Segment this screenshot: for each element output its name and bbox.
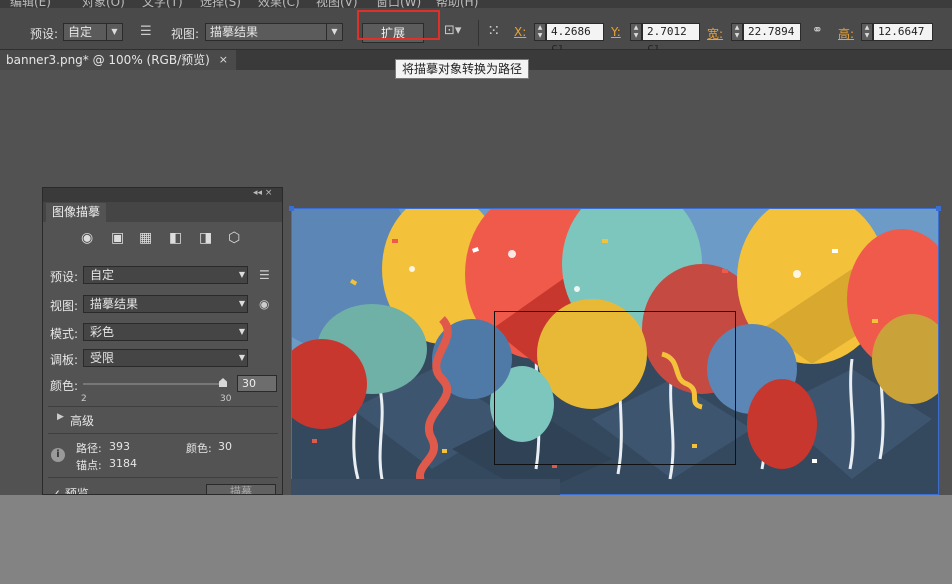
colors-input[interactable]: 30 <box>237 375 277 392</box>
chevron-down-icon: ▼ <box>106 24 122 40</box>
anchors-label: 锚点: <box>76 459 102 472</box>
slider-min-label: 2 <box>81 394 87 404</box>
chevron-down-icon: ▼ <box>238 327 245 336</box>
panel-view-value: 描摹结果 <box>90 297 139 311</box>
image-trace-panel: ◂◂ × 图像描摹 ◉ ▣ ▦ ◧ ◨ ⬡ 预设: 自定 ▼ ☰ 视图: 描摹结… <box>42 187 283 495</box>
selection-handle[interactable] <box>289 206 294 211</box>
artboard-frame <box>494 311 736 465</box>
view-label: 视图: <box>171 27 200 41</box>
colors-slider-track[interactable] <box>83 383 225 385</box>
panel-header[interactable]: ◂◂ × <box>43 188 282 202</box>
artwork-extension <box>291 479 560 495</box>
preset-label: 预设: <box>30 27 59 41</box>
colors-stat-label: 颜色: <box>186 442 212 455</box>
tab-image-trace[interactable]: 图像描摹 <box>46 203 107 222</box>
chevron-right-icon[interactable]: ▶ <box>57 412 64 422</box>
preview-label: 预览 <box>64 487 89 495</box>
preset-select-value: 自定 <box>68 25 93 39</box>
h-field[interactable]: 12.6647 <box>873 23 933 41</box>
black-and-white-icon[interactable]: ◨ <box>199 230 212 246</box>
menu-bar: 编辑(E) 对象(O) 文字(T) 选择(S) 效果(C) 视图(V) 窗口(W… <box>0 0 952 8</box>
panel-preset-label: 预设: <box>50 270 79 284</box>
menu-window[interactable]: 窗口(W) <box>376 0 421 8</box>
y-label: Y: <box>611 25 621 39</box>
w-stepper[interactable]: ▲ ▼ <box>731 23 743 41</box>
w-label: 宽: <box>707 27 724 41</box>
panel-mode-label: 模式: <box>50 327 79 341</box>
slider-max-label: 30 <box>220 394 232 404</box>
chevron-down-icon: ▼ <box>238 270 245 279</box>
close-icon[interactable]: × <box>219 50 228 70</box>
menu-effect[interactable]: 效果(C) <box>258 0 300 8</box>
menu-select[interactable]: 选择(S) <box>200 0 241 8</box>
control-bar: 预设: 自定 ▼ ☰ 视图: 描摹结果 ▼ 扩展 ⊡▾ ⁙ X: ▲ ▼ 4.26… <box>0 8 952 54</box>
eye-icon[interactable]: ◉ <box>259 297 269 311</box>
divider <box>48 477 278 478</box>
panel-view-label: 视图: <box>50 299 79 313</box>
collapse-and-close-icon[interactable]: ◂◂ × <box>253 188 272 198</box>
colors-slider-thumb[interactable] <box>219 378 227 387</box>
link-icon[interactable]: ⚭ <box>812 23 823 38</box>
y-stepper[interactable]: ▲ ▼ <box>630 23 642 41</box>
reference-point-icon[interactable]: ⁙ <box>487 21 500 40</box>
panel-preset-value: 自定 <box>90 268 115 282</box>
trace-button[interactable]: 描摹 <box>206 484 276 494</box>
panel-colors-label: 颜色: <box>50 379 79 393</box>
preview-checkbox[interactable]: ✓ 预览 <box>51 485 89 495</box>
checkmark-icon: ✓ <box>51 487 62 495</box>
w-field[interactable]: 22.7894 <box>743 23 801 41</box>
divider <box>48 406 278 407</box>
chevron-down-icon: ▼ <box>238 353 245 362</box>
menu-type[interactable]: 文字(T) <box>142 0 183 8</box>
preset-menu-icon[interactable]: ☰ <box>259 268 270 282</box>
panel-preset-select[interactable]: 自定 ▼ <box>83 266 248 284</box>
high-fidelity-photo-icon[interactable]: ▣ <box>111 230 124 246</box>
expand-tooltip: 将描摹对象转换为路径 <box>395 59 530 79</box>
paths-label: 路径: <box>76 442 102 455</box>
chevron-down-icon: ▼ <box>238 299 245 308</box>
panel-palette-value: 受限 <box>90 351 115 365</box>
selection-handle[interactable] <box>936 206 941 211</box>
view-select[interactable]: 描摹结果 ▼ <box>205 23 343 41</box>
document-tab[interactable]: banner3.png* @ 100% (RGB/预览) × <box>0 50 236 70</box>
view-select-value: 描摹结果 <box>210 25 259 39</box>
x-field[interactable]: 4.2686 cı <box>546 23 604 54</box>
low-fidelity-photo-icon[interactable]: ▦ <box>139 230 152 246</box>
info-icon: i <box>51 448 65 462</box>
panel-palette-label: 调板: <box>50 353 79 367</box>
y-field[interactable]: 2.7012 cı <box>642 23 700 54</box>
lower-area <box>0 495 952 584</box>
menu-edit[interactable]: 编辑(E) <box>10 0 51 8</box>
separator <box>478 20 479 46</box>
document-tab-title: banner3.png* @ 100% (RGB/预览) <box>6 53 210 67</box>
anchors-value: 3184 <box>109 457 137 470</box>
paths-value: 393 <box>109 440 130 453</box>
preset-icon-row: ◉ ▣ ▦ ◧ ◨ ⬡ <box>43 228 282 250</box>
highlight-box <box>357 10 440 40</box>
outline-icon[interactable]: ⬡ <box>228 230 240 246</box>
preset-select[interactable]: 自定 ▼ <box>63 23 123 41</box>
menu-object[interactable]: 对象(O) <box>82 0 125 8</box>
panel-mode-select[interactable]: 彩色 ▼ <box>83 323 248 341</box>
advanced-toggle[interactable]: 高级 <box>70 412 94 429</box>
h-stepper[interactable]: ▲ ▼ <box>861 23 873 41</box>
auto-color-icon[interactable]: ◉ <box>81 230 93 246</box>
grayscale-icon[interactable]: ◧ <box>169 230 182 246</box>
panel-mode-value: 彩色 <box>90 325 115 339</box>
x-label: X: <box>514 25 527 39</box>
transparency-grid-icon[interactable]: ⊡▾ <box>444 23 461 38</box>
menu-view[interactable]: 视图(V) <box>316 0 358 8</box>
trace-panel-icon[interactable]: ☰ <box>140 24 152 39</box>
x-stepper[interactable]: ▲ ▼ <box>534 23 546 41</box>
panel-view-select[interactable]: 描摹结果 ▼ <box>83 295 248 313</box>
panel-tab-row: 图像描摹 <box>43 202 282 222</box>
colors-stat-value: 30 <box>218 440 232 453</box>
panel-palette-select[interactable]: 受限 ▼ <box>83 349 248 367</box>
h-label: 高: <box>838 27 855 41</box>
menu-help[interactable]: 帮助(H) <box>436 0 478 8</box>
chevron-down-icon: ▼ <box>326 24 342 40</box>
divider <box>48 433 278 434</box>
